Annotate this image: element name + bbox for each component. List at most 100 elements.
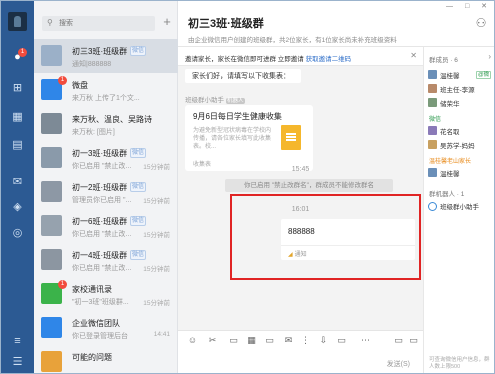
member-item[interactable]: 花名取: [428, 125, 494, 137]
form-icon[interactable]: ⋮: [300, 334, 311, 346]
avatar: [428, 140, 437, 149]
notice-text: 邀请家长，家长在微信即可进群 立即邀请: [185, 56, 304, 63]
window-controls[interactable]: — □ ✕: [446, 2, 492, 10]
workbench-icon[interactable]: ▤: [11, 139, 24, 152]
notice-icon[interactable]: ✉: [283, 334, 294, 346]
conversation-preview: 通知|888888: [72, 61, 112, 68]
unread-badge: 1: [58, 280, 67, 289]
history-icon[interactable]: ▭: [393, 334, 404, 346]
member-item[interactable]: 吴苏学-妈妈: [428, 139, 494, 151]
card-title: 9月6日每日学生健康收集: [193, 112, 282, 121]
menu-icon[interactable]: ≡: [11, 335, 24, 348]
card-description: 为避免新型冠状病毒在学校内传播，请各位家长填写此收集表。校...: [193, 128, 272, 150]
conversation-time: 14:41: [153, 331, 170, 338]
qr-link[interactable]: 获取邀请二维码: [306, 56, 352, 63]
file-icon[interactable]: ▭: [264, 334, 275, 346]
conversation-preview: 来万秋 上传了1个文...: [72, 95, 140, 102]
send-button[interactable]: 发送(S): [387, 359, 410, 369]
conversation-time: 15分钟前: [143, 232, 170, 239]
conversation-item[interactable]: 初一2班·班级群 管理员你已启用 "... 15分钟前 微信: [34, 175, 178, 209]
more-tools-icon[interactable]: ⋯: [360, 334, 371, 346]
conversation-name: 初三3班·班级群: [72, 47, 128, 56]
expand-icon[interactable]: ▭: [408, 334, 419, 346]
conversation-item[interactable]: 可能的问题: [34, 345, 178, 373]
add-icon[interactable]: +: [161, 14, 173, 30]
search-icon: ⚲: [47, 18, 53, 27]
add-member-icon[interactable]: ⚇: [474, 16, 488, 30]
conversation-time: 15分钟前: [143, 198, 170, 205]
download-icon[interactable]: ⇩: [318, 334, 329, 346]
folder-icon[interactable]: ▦: [246, 334, 257, 346]
user-avatar[interactable]: [8, 12, 27, 31]
drive-icon[interactable]: ◈: [11, 201, 24, 214]
member-name: 储荣华: [440, 101, 460, 108]
member-item[interactable]: 储荣华: [428, 97, 494, 109]
chat-main: — □ ✕ 初三3班·班级群 由企业微信用户创建的班级群，共2位家长，有1位家长…: [178, 1, 494, 373]
robot-name: 班级群小助手: [440, 204, 479, 211]
member-item[interactable]: 班主任-李源: [428, 83, 494, 95]
conversation-item[interactable]: 企业微信团队 你已登录管理后台 14:41: [34, 311, 178, 345]
member-item[interactable]: 温桂馨 @微: [428, 69, 494, 81]
conversation-preview: "初一3班"班级群...: [72, 299, 129, 306]
member-item[interactable]: 温桂馨: [428, 167, 494, 179]
conversation-item[interactable]: 微盘 来万秋 上传了1个文... 1: [34, 73, 178, 107]
search-box[interactable]: ⚲: [42, 16, 155, 31]
live-icon[interactable]: ▭: [336, 334, 347, 346]
chat-subtitle: 由企业微信用户创建的班级群，共2位家长，有1位家长尚未补充班级资料: [188, 37, 397, 44]
member-name: 班主任-李源: [440, 87, 475, 94]
avatar: [41, 147, 62, 168]
member-tag: @微: [476, 71, 492, 79]
chat-list-panel: ⚲ + 初三3班·班级群 通知|888888 微信 微盘 来万秋 上传了1个文.…: [34, 1, 178, 373]
wechat-tag: 微信: [130, 182, 147, 192]
avatar: [428, 126, 437, 135]
conversation-item[interactable]: 来万秋、温良、吴路诗... 来万秋: [图片]: [34, 107, 178, 141]
group-label: 温桂馨老山家长: [429, 159, 472, 165]
group-info-panel: 群成员 · 6 › 温桂馨 @微 班主任-李源 储荣华 微信 花名取 吴苏学-妈…: [423, 47, 494, 373]
robot-item[interactable]: 班级群小助手: [428, 201, 479, 211]
sent-message[interactable]: 888888 ◢ 通知: [281, 219, 415, 260]
conversation-item[interactable]: 初三3班·班级群 通知|888888 微信: [34, 39, 178, 73]
panel-footer: 可查询微信用户信息，群人数上限500: [429, 357, 490, 370]
avatar: [41, 351, 62, 372]
image-icon[interactable]: ▭: [228, 334, 239, 346]
conversation-name: 初一2班·班级群: [72, 183, 128, 192]
divider: [281, 245, 415, 246]
form-card[interactable]: 9月6日每日学生健康收集 为避免新型冠状病毒在学校内传播，请各位家长填写此收集表…: [185, 105, 313, 171]
avatar: [41, 215, 62, 236]
bell-icon: ◢: [288, 252, 293, 258]
search-input[interactable]: [59, 18, 149, 29]
conversation-name: 来万秋、温良、吴路诗...: [72, 115, 152, 124]
conversation-preview: 来万秋: [图片]: [72, 129, 115, 136]
conversation-list: 初三3班·班级群 通知|888888 微信 微盘 来万秋 上传了1个文... 1…: [34, 39, 178, 373]
conversation-time: 15分钟前: [143, 164, 170, 171]
conversation-item[interactable]: 初一4班·班级群 你已启用 "禁止改... 15分钟前 微信: [34, 243, 178, 277]
doc-icon[interactable]: ◎: [11, 227, 24, 240]
avatar: [41, 113, 62, 134]
wechat-tag: 微信: [130, 46, 147, 56]
calendar-icon[interactable]: ▦: [11, 111, 24, 124]
emoji-icon[interactable]: ☺: [187, 334, 198, 346]
unread-badge: 1: [58, 76, 67, 85]
avatar: [428, 168, 437, 177]
conversation-name: 初一6班·班级群: [72, 217, 128, 226]
conversation-item[interactable]: 初一6班·班级群 你已启用 "禁止改... 15分钟前 微信: [34, 209, 178, 243]
screenshot-icon[interactable]: ✂: [207, 334, 218, 346]
robot-icon: [428, 201, 437, 211]
chevron-right-icon[interactable]: ›: [488, 52, 491, 61]
conversation-name: 微盘: [72, 81, 88, 90]
wechat-tag: 微信: [130, 148, 147, 158]
member-name: 温桂馨: [440, 73, 460, 80]
group-label: 微信: [429, 117, 442, 123]
avatar: [428, 98, 437, 107]
conversation-item[interactable]: 初一3班·班级群 你已启用 "禁止改... 15分钟前 微信: [34, 141, 178, 175]
conversation-item[interactable]: 家校通讯录 "初一3班"班级群... 15分钟前 1: [34, 277, 178, 311]
conversation-preview: 管理员你已启用 "...: [72, 197, 132, 204]
conversation-name: 企业微信团队: [72, 319, 120, 328]
close-icon[interactable]: ✕: [410, 51, 417, 60]
chat-header: — □ ✕ 初三3班·班级群 由企业微信用户创建的班级群，共2位家长，有1位家长…: [178, 1, 494, 47]
invite-notice: 邀请家长，家长在微信即可进群 立即邀请 获取邀请二维码 ✕: [178, 47, 423, 66]
more-icon[interactable]: ☰: [11, 356, 24, 369]
email-icon[interactable]: ✉: [11, 176, 24, 189]
contacts-icon[interactable]: ⊞: [11, 82, 24, 95]
conversation-name: 初一4班·班级群: [72, 251, 128, 260]
